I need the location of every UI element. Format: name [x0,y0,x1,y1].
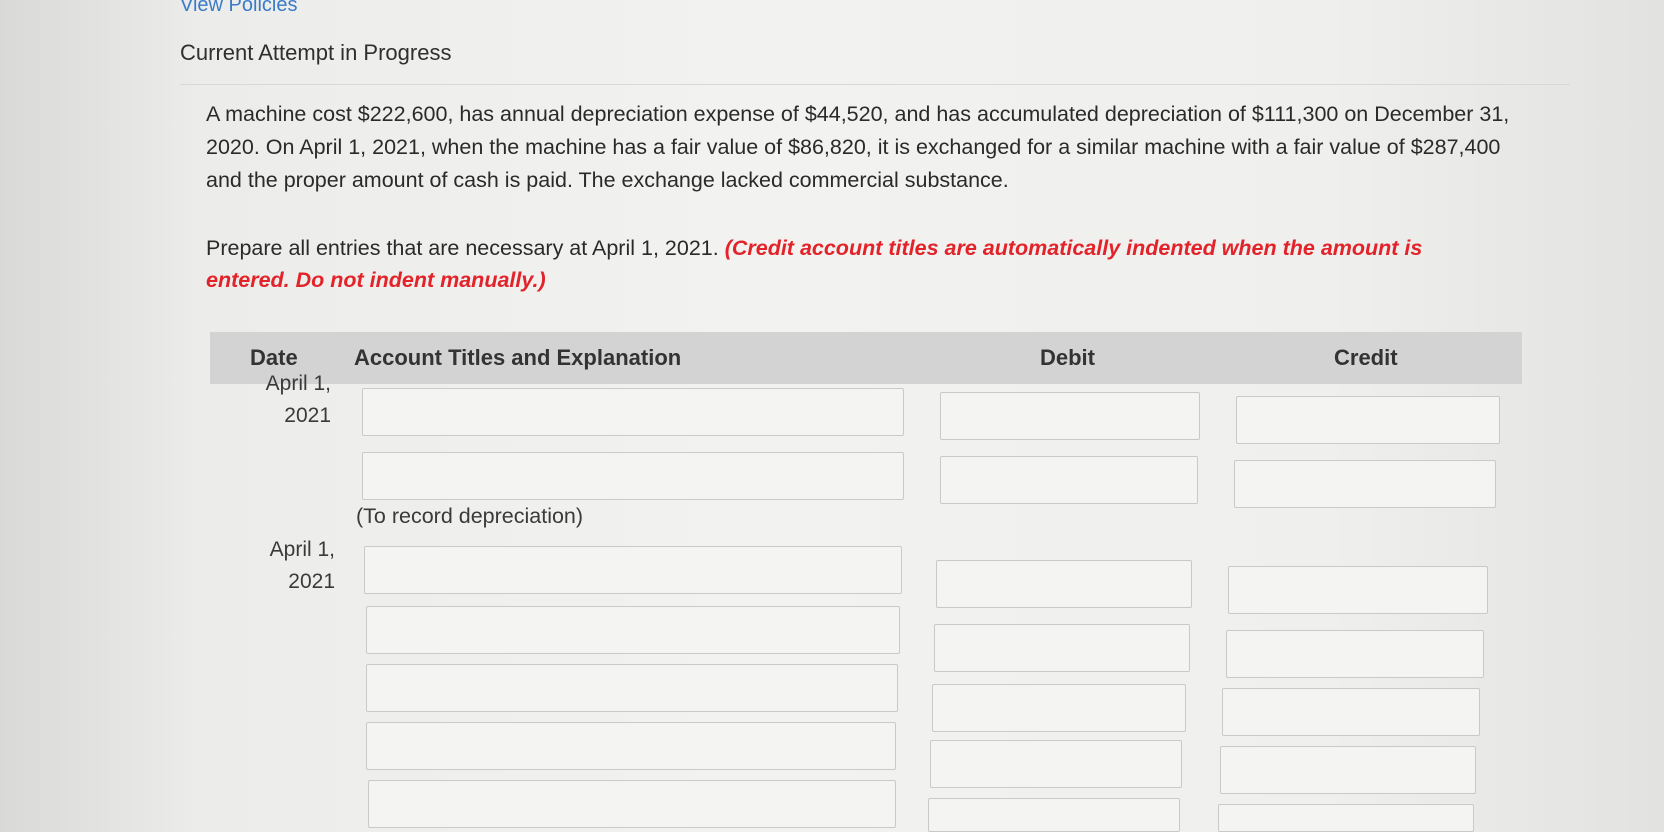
entry-2-account-input-4[interactable] [366,722,896,770]
entry-1-date-line2: 2021 [284,404,331,427]
entry-1-credit-input-2[interactable] [1234,460,1496,508]
entry-2-date: April 1, 2021 [240,534,335,598]
header-credit: Credit [1334,345,1398,370]
instruction: Prepare all entries that are necessary a… [206,232,1456,296]
entry-2-debit-input-2[interactable] [934,624,1190,672]
view-policies-link[interactable]: View Policies [180,0,297,17]
problem-statement: A machine cost $222,600, has annual depr… [206,102,1510,192]
entry-2-date-line2: 2021 [288,570,335,593]
entry-2-credit-input-5[interactable] [1218,804,1474,832]
divider [180,84,1570,85]
entry-1-explanation: (To record depreciation) [356,504,584,528]
entry-2-credit-input-1[interactable] [1228,566,1488,614]
entry-2-debit-input-3[interactable] [932,684,1186,732]
entry-2-debit-input-4[interactable] [930,740,1182,788]
entry-1-date: April 1, 2021 [236,368,331,432]
header-debit: Debit [1040,345,1095,370]
entry-2-date-line1: April 1, [269,538,335,561]
entry-2-credit-input-3[interactable] [1222,688,1480,736]
entry-2-account-input-2[interactable] [366,606,900,654]
entry-2-account-input-1[interactable] [364,546,902,594]
header-account: Account Titles and Explanation [354,345,682,370]
entry-1-date-line1: April 1, [265,372,331,395]
entry-1-credit-input-1[interactable] [1236,396,1500,444]
instruction-main: Prepare all entries that are necessary a… [206,236,725,260]
entry-2-account-input-5[interactable] [368,780,896,828]
entry-1-debit-input-1[interactable] [940,392,1200,440]
attempt-title: Current Attempt in Progress [180,40,452,65]
entry-2-debit-input-5[interactable] [928,798,1180,832]
entry-1-account-input-2[interactable] [362,452,904,500]
entry-2-account-input-3[interactable] [366,664,898,712]
entry-1-account-input-1[interactable] [362,388,904,436]
entry-1-debit-input-2[interactable] [940,456,1198,504]
journal-table-header: Date Account Titles and Explanation Debi… [210,332,1522,384]
entry-2-credit-input-2[interactable] [1226,630,1484,678]
entry-2-credit-input-4[interactable] [1220,746,1476,794]
entry-2-debit-input-1[interactable] [936,560,1192,608]
